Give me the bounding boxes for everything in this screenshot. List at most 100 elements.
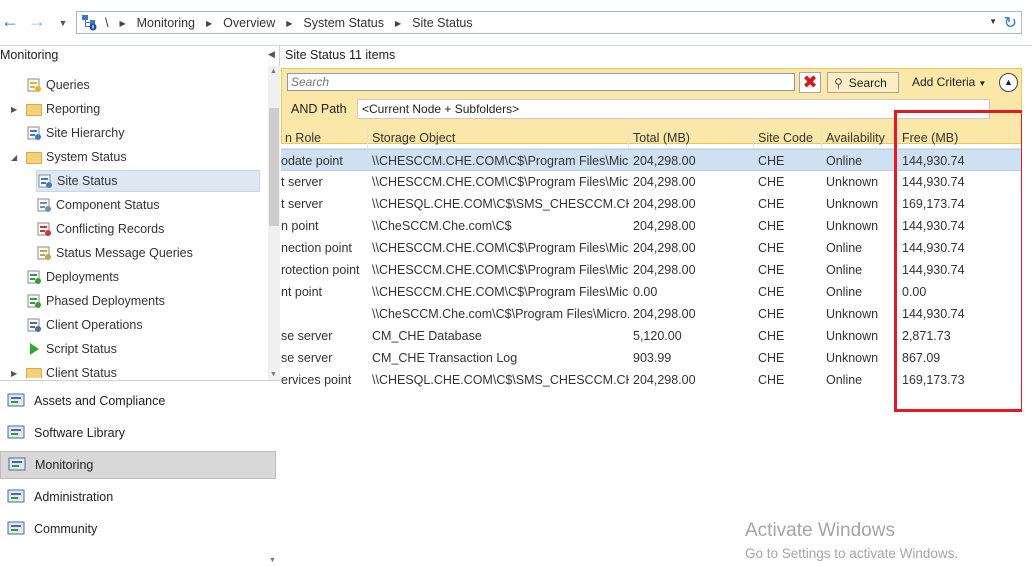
refresh-icon[interactable]: ↻ [1004, 13, 1017, 33]
tree-item-status-message-queries[interactable]: Status Message Queries [36, 242, 240, 264]
tree-item-label: Script Status [46, 342, 117, 356]
chevron-down-icon: ▼ [978, 79, 987, 88]
cell-storage: \\CHESQL.CHE.COM\C$\SMS_CHESCCM.CHE.... [372, 373, 629, 387]
tree-item-site-hierarchy[interactable]: Site Hierarchy [26, 122, 240, 144]
collapse-node-icon[interactable]: ◢ [11, 153, 17, 162]
clear-search-button[interactable]: ✖ [799, 72, 821, 93]
breadcrumb-separator-icon[interactable]: ▶ [119, 19, 125, 28]
breadcrumb-items: \ ▶ Monitoring ▶ Overview ▶ System Status ▶ Site… [105, 15, 495, 31]
column-header[interactable]: Total (MB) [629, 126, 754, 149]
workspace-scroll-down-icon[interactable]: ▼ [269, 557, 276, 564]
breadcrumb-item[interactable]: System Status [303, 16, 384, 30]
cell-total: 204,298.00 [633, 175, 696, 189]
item-count: 11 items [348, 48, 396, 62]
workspace-assets-and-compliance[interactable]: Assets and Compliance [0, 387, 276, 415]
cell-site: CHE [758, 175, 785, 189]
column-header[interactable]: Site Code [754, 126, 822, 149]
cell-availability: Online [826, 285, 863, 299]
tree-item-label: Site Hierarchy [46, 126, 125, 140]
folder-icon [26, 104, 42, 116]
collapse-pane-icon[interactable]: ◀ [268, 49, 275, 60]
highlight-box [894, 110, 1024, 412]
tree-item-label: Client Status [46, 366, 117, 378]
list-scrollbar[interactable] [1022, 68, 1032, 566]
column-header[interactable]: Storage Object [368, 126, 629, 149]
cell-site: CHE [758, 154, 785, 168]
breadcrumb-item[interactable]: Overview [223, 16, 275, 30]
tree-item-label: Status Message Queries [56, 246, 193, 260]
column-header[interactable]: Availability [822, 126, 898, 149]
breadcrumb-separator-icon[interactable]: ▶ [286, 19, 292, 28]
scroll-up-icon[interactable]: ▲ [270, 68, 277, 75]
search-input[interactable] [287, 73, 795, 91]
cell-total: 204,298.00 [633, 219, 696, 233]
tree-item-label: Reporting [46, 102, 101, 116]
history-dropdown-icon[interactable]: ▼ [53, 14, 73, 34]
breadcrumb-item[interactable]: Monitoring [137, 16, 195, 30]
cell-site: CHE [758, 263, 785, 277]
tree-item-client-operations[interactable]: Client Operations [26, 314, 240, 336]
tree-item-label: Deployments [46, 270, 119, 284]
cell-role: se server [281, 351, 333, 365]
back-arrow-icon[interactable]: ← [0, 12, 20, 32]
cell-total: 0.00 [633, 285, 658, 299]
tree-item-component-status[interactable]: Component Status [36, 194, 240, 216]
tree-item-client-status[interactable]: ▶ Client Status [11, 362, 240, 378]
tree-item-label: Queries [46, 78, 90, 92]
expand-node-icon[interactable]: ▶ [11, 105, 17, 114]
site-status-icon [37, 173, 53, 189]
collapse-search-button[interactable]: ▲ [999, 73, 1018, 92]
cell-site: CHE [758, 197, 785, 211]
cell-storage: CM_CHE Database [372, 329, 482, 343]
list-pane: Site Status 11 items ✖ ⚲ Search Add Crit… [281, 46, 1032, 566]
cell-availability: Unknown [826, 197, 879, 211]
tree-item-conflicting-records[interactable]: Conflicting Records [36, 218, 240, 240]
forward-arrow-icon[interactable]: → [27, 12, 47, 32]
folder-icon [26, 152, 42, 164]
expand-node-icon[interactable]: ▶ [11, 369, 17, 378]
cell-availability: Unknown [826, 175, 879, 189]
cell-availability: Unknown [826, 351, 879, 365]
and-path-label: AND Path [291, 102, 347, 116]
tree-item-label: Component Status [56, 198, 160, 212]
scroll-down-icon[interactable]: ▼ [270, 371, 277, 378]
workspace-label: Assets and Compliance [34, 394, 166, 408]
workspace-administration[interactable]: Administration [0, 483, 276, 511]
workspace-software-library[interactable]: Software Library [0, 419, 276, 447]
workspace-monitoring[interactable]: Monitoring [0, 451, 276, 479]
status-message-icon [36, 245, 52, 261]
breadcrumb-separator-icon[interactable]: ▶ [395, 19, 401, 28]
workspace-community[interactable]: Community [0, 515, 276, 543]
breadcrumb-item[interactable]: \ [105, 16, 108, 30]
cell-role: n point [281, 219, 319, 233]
scrollbar-thumb[interactable] [269, 108, 279, 226]
tree-item-deployments[interactable]: Deployments [26, 266, 240, 288]
folder-icon [26, 368, 42, 378]
activate-windows-watermark: Activate Windows Go to Settings to activ… [745, 520, 958, 561]
cell-total: 204,298.00 [633, 373, 696, 387]
tree-item-label: System Status [46, 150, 127, 164]
tree-item-system-status[interactable]: ◢ System Status [11, 146, 240, 168]
software-library-icon [6, 423, 28, 443]
tree-item-queries[interactable]: Queries [26, 74, 240, 96]
breadcrumb-item[interactable]: Site Status [412, 16, 472, 30]
cell-availability: Unknown [826, 329, 879, 343]
search-button[interactable]: ⚲ Search [827, 72, 899, 93]
tree-item-site-status[interactable]: Site Status [36, 170, 260, 192]
cell-role: rotection point [281, 263, 360, 277]
tree-item-label: Phased Deployments [46, 294, 165, 308]
add-criteria-button[interactable]: Add Criteria ▼ [912, 75, 986, 89]
breadcrumb[interactable]: \ ▶ Monitoring ▶ Overview ▶ System Status ▶ Site… [76, 11, 1022, 34]
tree-item-phased-deployments[interactable]: Phased Deployments [26, 290, 240, 312]
tree-item-reporting[interactable]: ▶ Reporting [11, 98, 240, 120]
column-header[interactable]: n Role [281, 126, 368, 149]
add-criteria-label: Add Criteria [912, 75, 976, 89]
cell-role: t server [281, 197, 323, 211]
breadcrumb-separator-icon[interactable]: ▶ [206, 19, 212, 28]
address-bar: ← → ▼ \ ▶ Monitoring ▶ Overview ▶ System Statu… [0, 0, 1032, 46]
tree-scrollbar[interactable]: ▲ ▼ [268, 66, 280, 380]
tree-item-label: Conflicting Records [56, 222, 165, 236]
cell-site: CHE [758, 307, 785, 321]
address-dropdown-icon[interactable]: ▼ [989, 17, 997, 26]
tree-item-script-status[interactable]: Script Status [26, 338, 240, 360]
